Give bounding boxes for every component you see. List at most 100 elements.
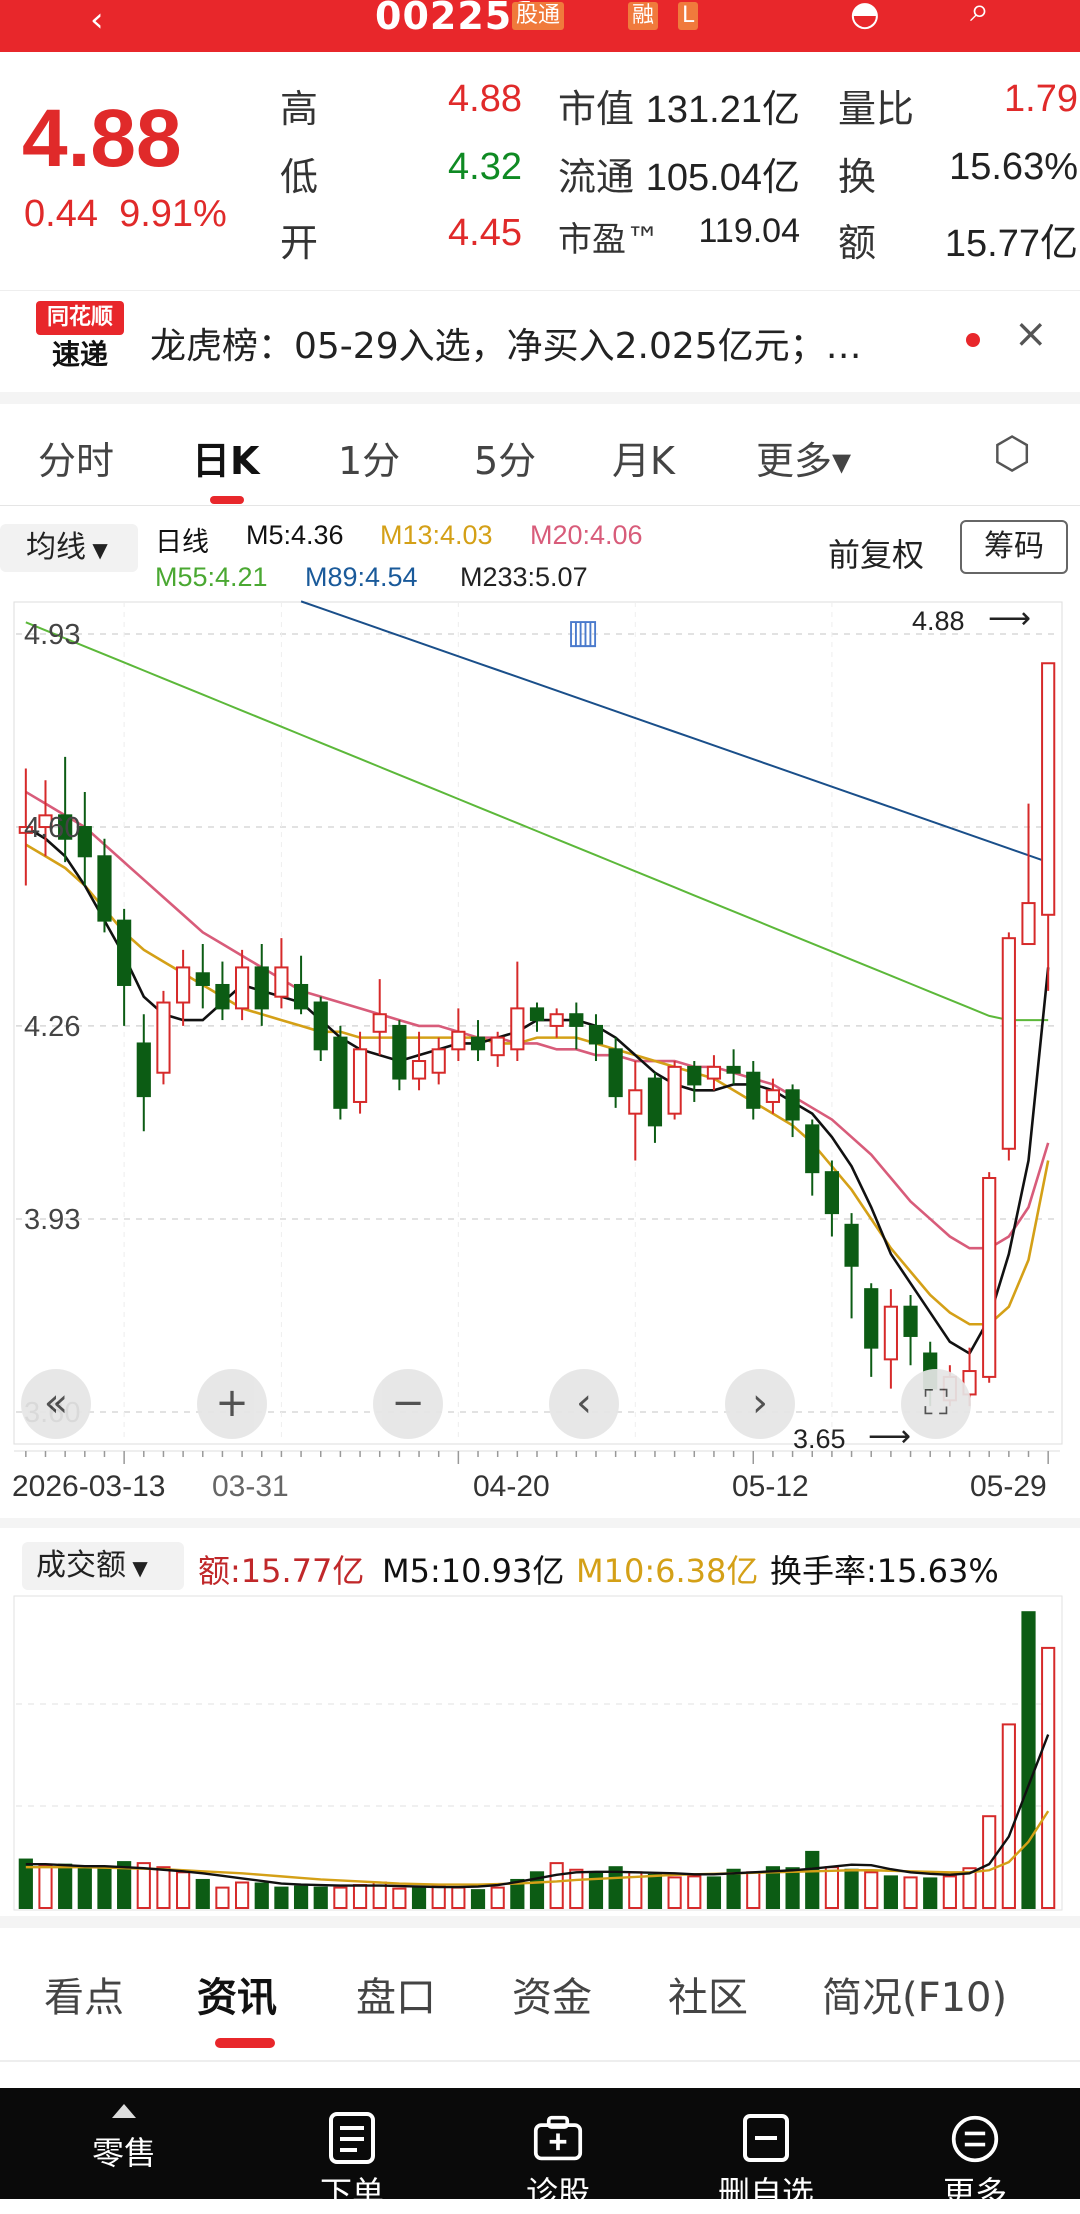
ma-selector[interactable]: 均线 ▼ [0, 524, 138, 572]
candle-up [1041, 662, 1056, 916]
volume-ma-lines [25, 1734, 1050, 1889]
mktcap-value: 131.21亿 [645, 89, 800, 131]
tab-1min[interactable]: 1分 [338, 430, 400, 485]
zoom-in-button[interactable]: + [197, 1369, 267, 1439]
max-price-mark: 4.88 [912, 606, 965, 636]
candle-down [864, 1288, 879, 1349]
x-label-0512: 05-12 [732, 1470, 809, 1503]
more-label: 更多 [942, 2174, 1007, 2212]
divider [0, 1518, 1080, 1528]
tab-5min[interactable]: 5分 [474, 430, 536, 485]
volume-selector[interactable]: 成交额 ▼ [22, 1542, 184, 1590]
news-strip[interactable]: 同花顺 速递 龙虎榜：05-29入选，净买入2.025亿元；… × [0, 290, 1080, 391]
back-arrow-icon[interactable]: ‹ [90, 0, 104, 40]
candle-down [687, 1065, 702, 1086]
candle-up [883, 1305, 898, 1361]
low-label: 低 [280, 155, 319, 199]
tab-funds[interactable]: 资金 [512, 1965, 592, 2023]
divider [0, 505, 1080, 506]
tab-community[interactable]: 社区 [668, 1965, 748, 2023]
volume-turnover: 换手率:15.63% [770, 1546, 999, 1592]
candle-down [136, 1042, 151, 1098]
candle-up [372, 1013, 387, 1033]
volume-bar-up [352, 1884, 368, 1909]
active-tab-indicator [210, 496, 244, 504]
candle-up [490, 1036, 505, 1057]
candle-up [549, 1013, 564, 1027]
tab-daily-k[interactable]: 日K [192, 430, 259, 485]
volume-bar-down [785, 1867, 800, 1909]
margin-badge: 融 [628, 2, 659, 30]
volume-amount: 额:15.77亿 [198, 1552, 365, 1590]
prev-button[interactable]: ‹ [549, 1369, 619, 1439]
volume-bar-up [746, 1871, 761, 1909]
volume-bar-down [1021, 1611, 1036, 1909]
volume-bar-down [195, 1878, 210, 1910]
period-label: 日线 [155, 527, 209, 557]
tab-intraday[interactable]: 分时 [38, 430, 114, 485]
turnover-value: 15.63% [949, 146, 1078, 188]
candle-down [805, 1124, 820, 1174]
change-percent: 9.91% [119, 193, 227, 235]
volume-bar-down [805, 1850, 820, 1909]
diagnose-label: 诊股 [525, 2174, 590, 2212]
candle-up [628, 1089, 643, 1115]
order-doc-icon [329, 2112, 375, 2164]
kline-chart[interactable]: 4.934.604.263.933.60 [0, 600, 1080, 1460]
news-logo-bottom: 速递 [51, 338, 108, 371]
search-icon[interactable]: ⌕ [970, 0, 989, 30]
avatar-icon[interactable]: ◓ [850, 0, 880, 34]
volume-bar-up [824, 1866, 840, 1910]
volume-selector-label: 成交额 [36, 1548, 126, 1583]
amount-value: 15.77亿 [944, 223, 1078, 265]
candle-up [274, 966, 289, 998]
tab-orderbook[interactable]: 盘口 [356, 1965, 436, 2023]
volume-bar-down [97, 1867, 112, 1909]
max-arrow-icon: ⟶ [988, 601, 1032, 636]
settings-icon[interactable]: ⬡ [993, 428, 1031, 479]
divider [0, 392, 1080, 404]
fullscreen-icon[interactable]: ⛶ [901, 1369, 971, 1439]
tab-monthly-k[interactable]: 月K [612, 430, 675, 485]
order-label: 下单 [319, 2174, 384, 2212]
tab-highlights[interactable]: 看点 [44, 1965, 124, 2023]
volume-bar-up [176, 1871, 191, 1909]
candle-up [176, 966, 191, 1004]
volume-m10: M10:6.38亿 [576, 1552, 759, 1590]
candle-down [608, 1048, 623, 1098]
ma89-line [300, 600, 1049, 864]
pe-value: 119.04 [698, 212, 800, 250]
news-headline[interactable]: 龙虎榜：05-29入选，净买入2.025亿元；… [150, 317, 862, 369]
zoom-out-button[interactable]: − [373, 1369, 443, 1439]
tab-f10[interactable]: 简况(F10) [822, 1965, 1007, 2023]
candle-up [765, 1089, 781, 1103]
divider [0, 2060, 1080, 2062]
x-label-0420: 04-20 [473, 1470, 550, 1503]
adjust-mode-button[interactable]: 前复权 [828, 530, 924, 576]
remove-watchlist-label: 删自选 [717, 2174, 814, 2212]
candle-down [726, 1065, 741, 1074]
volume-bar-up [392, 1887, 407, 1909]
expand-up-icon [112, 2104, 136, 2118]
close-icon[interactable]: × [1014, 311, 1048, 357]
top-header: ‹ 002251 股通 融 L ◓ ⌕ [0, 0, 1080, 52]
volume-chart[interactable] [0, 1594, 1080, 1916]
candle-up [352, 1048, 368, 1103]
open-label: 开 [280, 221, 319, 265]
rewind-button[interactable]: « [21, 1369, 91, 1439]
tab-news[interactable]: 资讯 [197, 1965, 277, 2023]
volume-bar-up [156, 1866, 171, 1910]
tab-more[interactable]: 更多▾ [756, 430, 851, 485]
volume-m5: M5:10.93亿 [382, 1552, 565, 1590]
volume-bar-up [864, 1871, 879, 1909]
volume-frame [13, 1595, 1063, 1911]
candle-down [569, 1013, 584, 1027]
volume-ratio-label: 量比 [838, 87, 915, 131]
candle-up [411, 1060, 427, 1080]
news-logo: 同花顺 速递 [36, 301, 124, 373]
chart-marker-icon[interactable]: ▥ [567, 612, 599, 652]
next-button[interactable]: › [725, 1369, 795, 1439]
chips-button[interactable]: 筹码 [960, 520, 1068, 574]
candle-down [392, 1024, 407, 1080]
candles [18, 662, 1056, 1407]
